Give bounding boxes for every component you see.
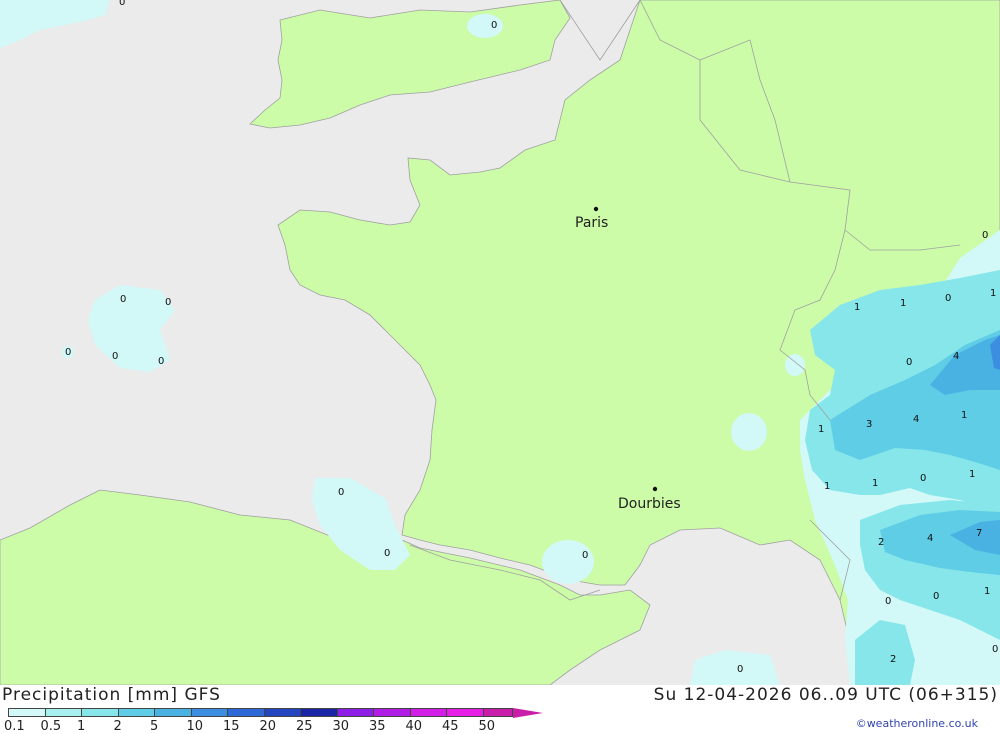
legend-tick-label: 25 (296, 719, 313, 734)
map-title: Precipitation [mm] GFS (2, 685, 221, 705)
legend-tick-label: 5 (150, 719, 159, 734)
legend-swatch (336, 708, 374, 717)
precip-label: 7 (976, 528, 982, 539)
precip-label: 0 (945, 293, 951, 304)
precip-label: 0 (491, 20, 497, 31)
legend-swatch (409, 708, 447, 717)
precip-label: 1 (818, 424, 824, 435)
legend-tick-label: 1 (77, 719, 86, 734)
precip-label: 1 (900, 298, 906, 309)
city-label: Paris (575, 215, 608, 231)
legend-tick-label: 10 (186, 719, 204, 734)
legend-swatch (8, 708, 46, 717)
legend-swatch (227, 708, 265, 717)
precip-label: 0 (338, 487, 344, 498)
legend-tick-label: 20 (259, 719, 277, 734)
legend-tick-label: 35 (369, 719, 386, 734)
legend-swatch (44, 708, 82, 717)
city-label: Dourbies (618, 496, 681, 512)
legend-tick-label: 45 (442, 719, 459, 734)
legend-tick-label: 50 (478, 719, 496, 734)
legend-arrow (513, 708, 543, 718)
legend-tick-label: 40 (405, 719, 423, 734)
precip-label: 0 (992, 644, 998, 655)
city-marker (593, 206, 599, 212)
precip-label: 0 (119, 0, 125, 8)
precip-label: 1 (990, 288, 996, 299)
legend-tick-label: 0.5 (40, 719, 62, 734)
legend-swatch (117, 708, 155, 717)
precip-label: 0 (920, 473, 926, 484)
precip-label: 0 (582, 550, 588, 561)
precip-label: 1 (824, 481, 830, 492)
legend-swatch (446, 708, 484, 717)
precipitation-map: 0 0 0 0 0 0 0 0 0 0 0 0 1 1 0 1 0 4 1 3 … (0, 0, 1000, 685)
precip-label: 1 (969, 469, 975, 480)
precip-label: 0 (885, 596, 891, 607)
legend-swatch (81, 708, 119, 717)
precip-label: 2 (890, 654, 896, 665)
precip-label: 2 (878, 537, 884, 548)
precip-label: 1 (984, 586, 990, 597)
legend-tick-label: 15 (223, 719, 240, 734)
precip-label: 0 (982, 230, 988, 241)
legend-tick-label: 2 (113, 719, 122, 734)
precip-label: 0 (165, 297, 171, 308)
precip-label: 4 (913, 414, 919, 425)
map-timestamp: Su 12-04-2026 06..09 UTC (06+315) (653, 685, 998, 705)
precip-label: 0 (112, 351, 118, 362)
precip-label: 1 (872, 478, 878, 489)
precip-label: 0 (158, 356, 164, 367)
legend-swatch (263, 708, 301, 717)
legend-swatch (154, 708, 192, 717)
footer: Precipitation [mm] GFS Su 12-04-2026 06.… (0, 685, 1000, 734)
city-marker (652, 486, 658, 492)
precip-label: 0 (933, 591, 939, 602)
legend-tick-label: 30 (332, 719, 350, 734)
precip-label: 4 (953, 351, 959, 362)
precip-label: 0 (120, 294, 126, 305)
precip-label: 0 (65, 347, 71, 358)
legend-swatch (190, 708, 228, 717)
precip-label: 0 (384, 548, 390, 559)
precip-label: 4 (927, 533, 933, 544)
precip-label: 1 (961, 410, 967, 421)
precip-label: 1 (854, 302, 860, 313)
precip-label: 0 (737, 664, 743, 675)
precip-label: 0 (906, 357, 912, 368)
credit-link[interactable]: ©weatheronline.co.uk (856, 717, 978, 730)
legend-tick-label: 0.1 (4, 719, 25, 734)
legend-swatch (373, 708, 411, 717)
precip-label: 3 (866, 419, 872, 430)
legend-swatch (300, 708, 338, 717)
legend-swatch (482, 708, 513, 717)
